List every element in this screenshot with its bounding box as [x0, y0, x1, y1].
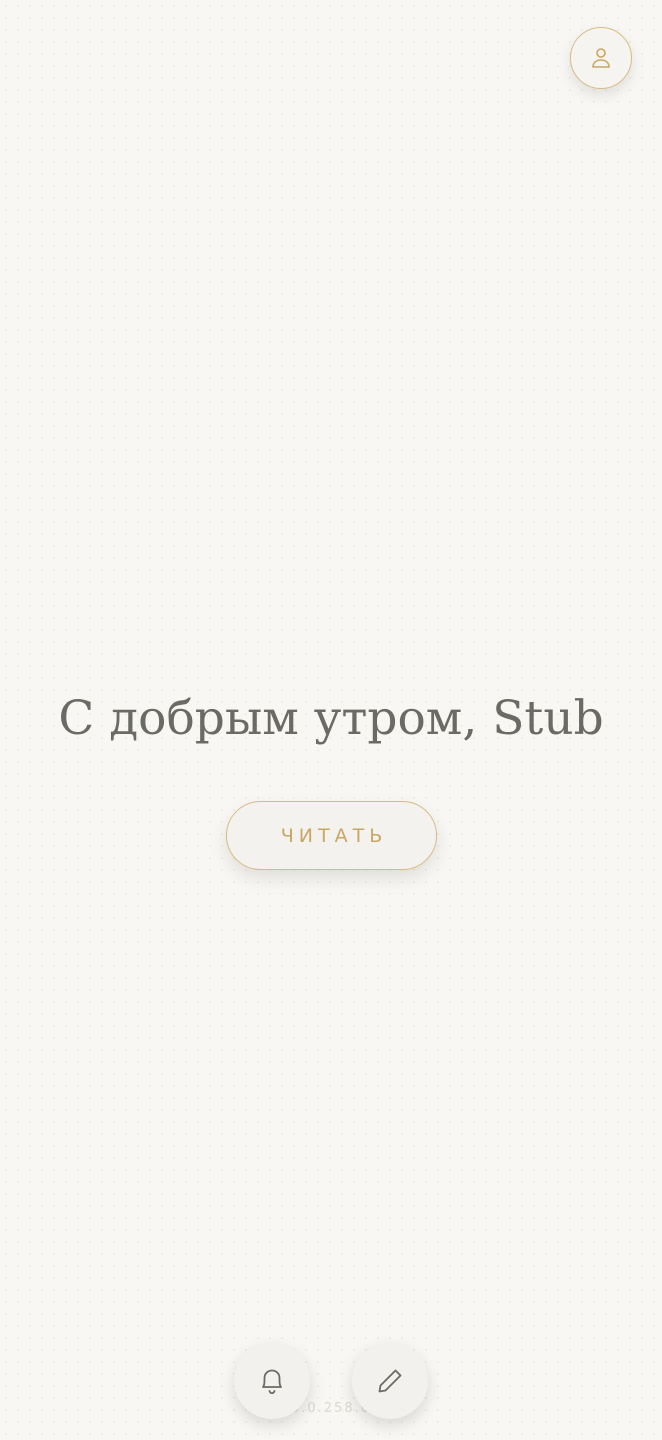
bell-icon: [256, 1364, 288, 1398]
pencil-icon: [374, 1365, 406, 1397]
greeting-heading: С добрым утром, Stub: [58, 691, 604, 746]
read-button[interactable]: ЧИТАТЬ: [226, 801, 437, 870]
compose-button[interactable]: [352, 1343, 428, 1419]
notifications-button[interactable]: [234, 1343, 310, 1419]
user-icon: [590, 46, 612, 70]
profile-button[interactable]: [570, 27, 632, 89]
version-label: 0.0.258.0: [290, 1401, 372, 1416]
